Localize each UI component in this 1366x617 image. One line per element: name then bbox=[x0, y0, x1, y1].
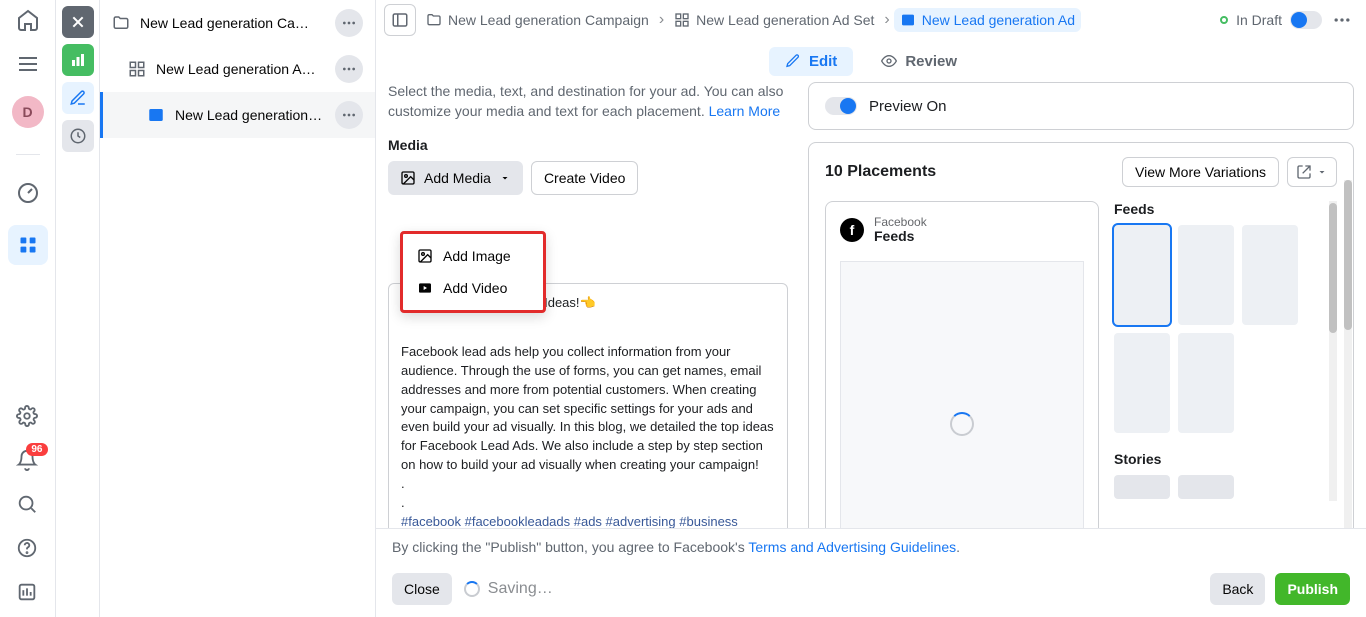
publish-button[interactable]: Publish bbox=[1275, 573, 1350, 605]
placement-thumb[interactable] bbox=[1178, 333, 1234, 433]
ads-manager-icon[interactable] bbox=[8, 225, 48, 265]
feeds-section-label: Feeds bbox=[1114, 201, 1325, 217]
reports-icon[interactable] bbox=[16, 581, 40, 605]
more-icon[interactable] bbox=[335, 55, 363, 83]
primary-text-dot: . bbox=[401, 494, 775, 513]
back-button[interactable]: Back bbox=[1210, 573, 1265, 605]
view-more-variations-button[interactable]: View More Variations bbox=[1122, 157, 1279, 187]
tab-label: Review bbox=[905, 53, 957, 70]
draft-status: In Draft bbox=[1220, 11, 1322, 29]
preview-toggle-card: Preview On bbox=[808, 82, 1354, 130]
preview-share-dropdown[interactable] bbox=[1287, 157, 1337, 187]
tree-label: New Lead generation A… bbox=[156, 61, 325, 77]
chevron-right-icon: › bbox=[884, 11, 889, 29]
preview-inner-scrollbar[interactable] bbox=[1329, 201, 1337, 501]
button-label: Add Media bbox=[424, 170, 491, 186]
scrollbar-handle[interactable] bbox=[1344, 180, 1352, 330]
ad-icon bbox=[147, 106, 165, 124]
grid-icon bbox=[128, 60, 146, 78]
notification-badge: 96 bbox=[26, 443, 47, 456]
placement-thumb[interactable] bbox=[1178, 475, 1234, 499]
placement-thumb[interactable] bbox=[1114, 225, 1170, 325]
media-label: Media bbox=[388, 137, 788, 153]
tree-label: New Lead generation… bbox=[175, 107, 325, 123]
status-toggle[interactable] bbox=[1290, 11, 1322, 29]
breadcrumb-ad[interactable]: New Lead generation Ad bbox=[894, 8, 1081, 32]
more-icon[interactable] bbox=[335, 9, 363, 37]
placements-count: 10 Placements bbox=[825, 163, 936, 181]
status-label: In Draft bbox=[1236, 12, 1282, 28]
tree-row-adset[interactable]: New Lead generation A… bbox=[100, 46, 375, 92]
main-area: New Lead generation Campaign › New Lead … bbox=[376, 0, 1366, 617]
ad-creative-description: Select the media, text, and destination … bbox=[388, 82, 788, 121]
stories-section-label: Stories bbox=[1114, 451, 1325, 467]
terms-text: By clicking the "Publish" button, you ag… bbox=[376, 529, 1366, 565]
more-options-button[interactable] bbox=[1326, 4, 1358, 36]
tab-label: Edit bbox=[809, 53, 837, 70]
editor-tools-rail bbox=[56, 0, 100, 617]
saving-spinner-icon bbox=[464, 581, 480, 597]
caret-down-icon bbox=[499, 172, 511, 184]
create-video-button[interactable]: Create Video bbox=[531, 161, 638, 195]
breadcrumb-label: New Lead generation Ad Set bbox=[696, 12, 874, 28]
campaign-tree: New Lead generation Ca… New Lead generat… bbox=[100, 0, 376, 617]
tree-label: New Lead generation Ca… bbox=[140, 15, 325, 31]
add-video-option[interactable]: Add Video bbox=[403, 272, 543, 304]
search-icon[interactable] bbox=[16, 493, 40, 517]
facebook-logo-icon: f bbox=[840, 218, 864, 242]
notifications-bell-icon[interactable]: 96 bbox=[16, 449, 40, 473]
primary-text-dot: . bbox=[401, 475, 775, 494]
learn-more-link[interactable]: Learn More bbox=[709, 103, 781, 119]
help-icon[interactable] bbox=[16, 537, 40, 561]
tree-row-ad[interactable]: New Lead generation… bbox=[100, 92, 375, 138]
primary-text-body: Facebook lead ads help you collect infor… bbox=[401, 343, 775, 475]
collapse-panel-button[interactable] bbox=[384, 4, 416, 36]
add-media-popover: Add Image Add Video bbox=[400, 231, 546, 313]
more-icon[interactable] bbox=[335, 101, 363, 129]
edit-pencil-button[interactable] bbox=[62, 82, 94, 114]
close-button[interactable]: Close bbox=[392, 573, 452, 605]
topbar: New Lead generation Campaign › New Lead … bbox=[376, 0, 1366, 40]
gauge-icon[interactable] bbox=[16, 181, 40, 205]
tree-row-campaign[interactable]: New Lead generation Ca… bbox=[100, 0, 375, 46]
breadcrumb-campaign[interactable]: New Lead generation Campaign bbox=[420, 8, 655, 32]
chevron-right-icon: › bbox=[659, 11, 664, 29]
breadcrumb-label: New Lead generation Campaign bbox=[448, 12, 649, 28]
terms-link[interactable]: Terms and Advertising Guidelines bbox=[748, 539, 956, 555]
loading-spinner-icon bbox=[950, 412, 974, 436]
history-clock-button[interactable] bbox=[62, 120, 94, 152]
global-nav-rail: D 96 bbox=[0, 0, 56, 617]
account-avatar[interactable]: D bbox=[12, 96, 44, 128]
placement-thumb[interactable] bbox=[1114, 475, 1170, 499]
add-image-option[interactable]: Add Image bbox=[403, 240, 543, 272]
tab-review[interactable]: Review bbox=[865, 47, 973, 76]
placement-thumb[interactable] bbox=[1242, 225, 1298, 325]
hamburger-icon[interactable] bbox=[16, 52, 40, 76]
breadcrumb-label: New Lead generation Ad bbox=[922, 12, 1075, 28]
add-media-button[interactable]: Add Media bbox=[388, 161, 523, 195]
breadcrumb-adset[interactable]: New Lead generation Ad Set bbox=[668, 8, 880, 32]
settings-gear-icon[interactable] bbox=[16, 405, 40, 429]
placement-thumb[interactable] bbox=[1178, 225, 1234, 325]
performance-button[interactable] bbox=[62, 44, 94, 76]
placement-thumb[interactable] bbox=[1114, 333, 1170, 433]
tab-edit[interactable]: Edit bbox=[769, 47, 853, 76]
footer-bar: By clicking the "Publish" button, you ag… bbox=[376, 528, 1366, 617]
status-dot-icon bbox=[1220, 16, 1228, 24]
home-icon[interactable] bbox=[16, 8, 40, 32]
option-label: Add Video bbox=[443, 280, 507, 296]
editor-tabs: Edit Review bbox=[376, 40, 1366, 82]
option-label: Add Image bbox=[443, 248, 511, 264]
saving-indicator: Saving… bbox=[464, 580, 553, 598]
primary-text-field[interactable]: Top Facebook Lead Ads Ideas!👈Top Faceboo… bbox=[388, 283, 788, 561]
preview-on-label: Preview On bbox=[869, 98, 947, 115]
button-label: Create Video bbox=[544, 170, 625, 186]
folder-icon bbox=[112, 14, 130, 32]
preview-on-toggle[interactable] bbox=[825, 97, 857, 115]
preview-subtitle: Feeds bbox=[874, 229, 927, 244]
close-editor-button[interactable] bbox=[62, 6, 94, 38]
